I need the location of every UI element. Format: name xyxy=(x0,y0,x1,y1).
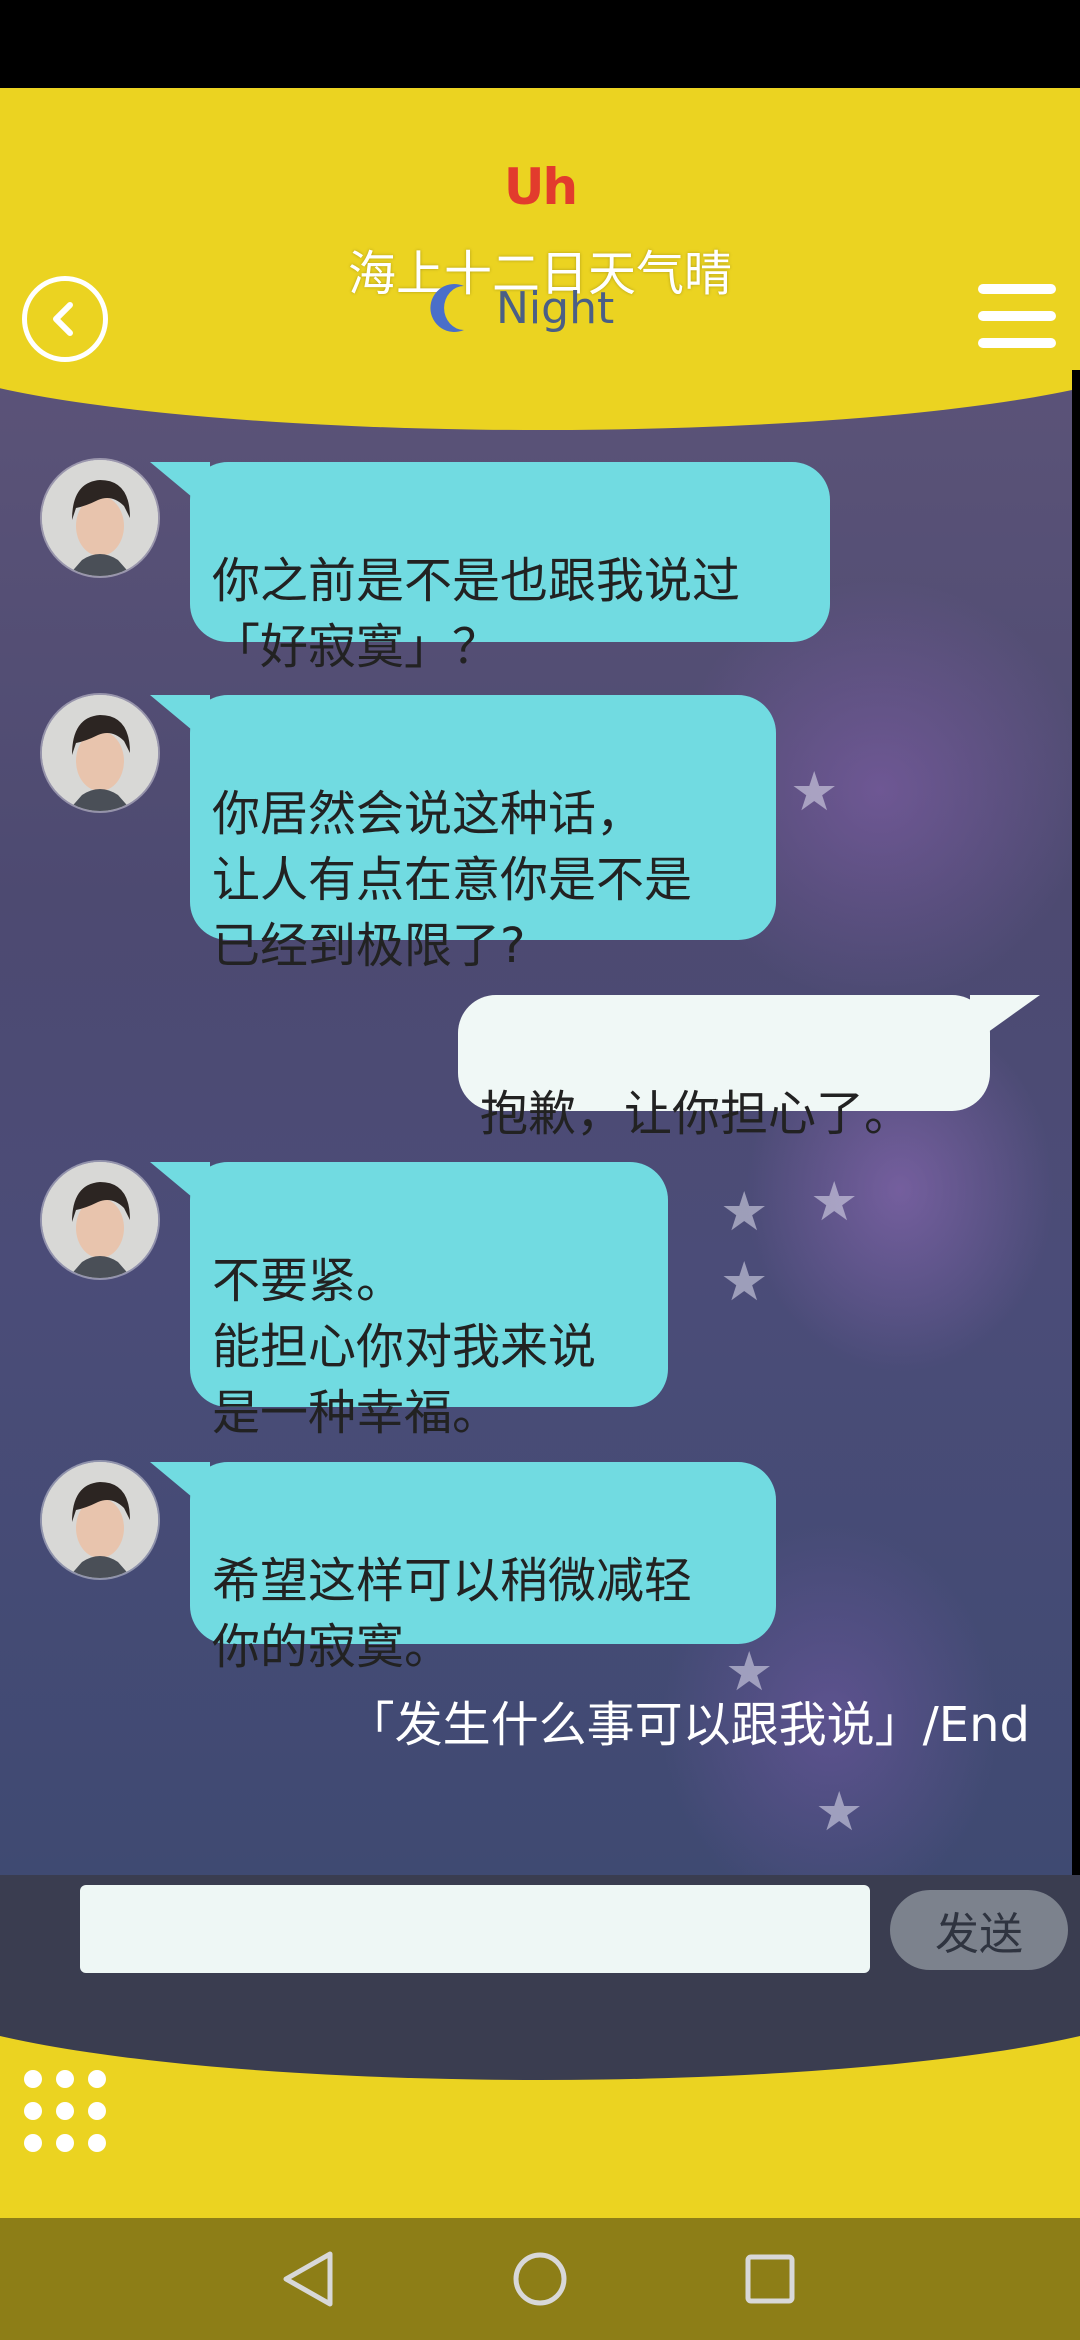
back-button[interactable] xyxy=(22,276,108,362)
star-decoration: ★ xyxy=(720,1250,769,1313)
star-decoration: ★ xyxy=(720,1180,769,1243)
time-of-day-label: Night xyxy=(496,282,615,334)
nav-back-icon[interactable] xyxy=(274,2246,344,2312)
star-decoration: ★ xyxy=(790,760,839,823)
message-bubble: 希望这样可以稍微减轻 你的寂寞。 xyxy=(150,1462,776,1675)
avatar[interactable] xyxy=(42,1462,158,1578)
character-portrait xyxy=(42,1162,158,1278)
back-arrow-icon xyxy=(53,302,73,336)
star-decoration: ★ xyxy=(810,1170,859,1233)
brand-logo: Uh xyxy=(503,158,578,216)
bottom-panel xyxy=(0,2030,1080,2218)
time-indicator: Night xyxy=(430,278,614,338)
character-portrait xyxy=(42,695,158,811)
menu-button[interactable] xyxy=(978,284,1056,348)
star-decoration: ★ xyxy=(815,1780,864,1843)
avatar[interactable] xyxy=(42,1162,158,1278)
character-portrait xyxy=(42,1462,158,1578)
avatar[interactable] xyxy=(42,460,158,576)
system-nav-bar xyxy=(0,2218,1080,2340)
message-input[interactable] xyxy=(80,1885,870,1973)
dots-grid-icon[interactable] xyxy=(24,2070,106,2152)
message-bubble: 你居然会说这种话， 让人有点在意你是不是 已经到极限了? xyxy=(150,695,776,974)
status-bar xyxy=(0,0,1080,88)
nav-home-icon[interactable] xyxy=(505,2246,575,2312)
character-portrait xyxy=(42,460,158,576)
moon-icon xyxy=(430,284,464,332)
message-bubble: 不要紧。 能担心你对我来说 是一种幸福。 xyxy=(150,1162,668,1441)
send-button[interactable]: 发送 xyxy=(890,1890,1068,1970)
story-end-line: 「发生什么事可以跟我说」/End xyxy=(346,1697,1030,1753)
nav-recents-icon[interactable] xyxy=(735,2246,805,2312)
message-bubble: 你之前是不是也跟我说过 「好寂寞」？ xyxy=(150,462,830,675)
message-bubble-self: 抱歉，让你担心了。 xyxy=(458,995,1040,1142)
hamburger-menu-icon xyxy=(978,284,1056,294)
chat-area[interactable]: ★ ★ ★ ★ ★ ★ 你之前是不是也跟我说过 「好寂寞」？ 你居然会说这种话，… xyxy=(0,370,1072,1875)
avatar[interactable] xyxy=(42,695,158,811)
